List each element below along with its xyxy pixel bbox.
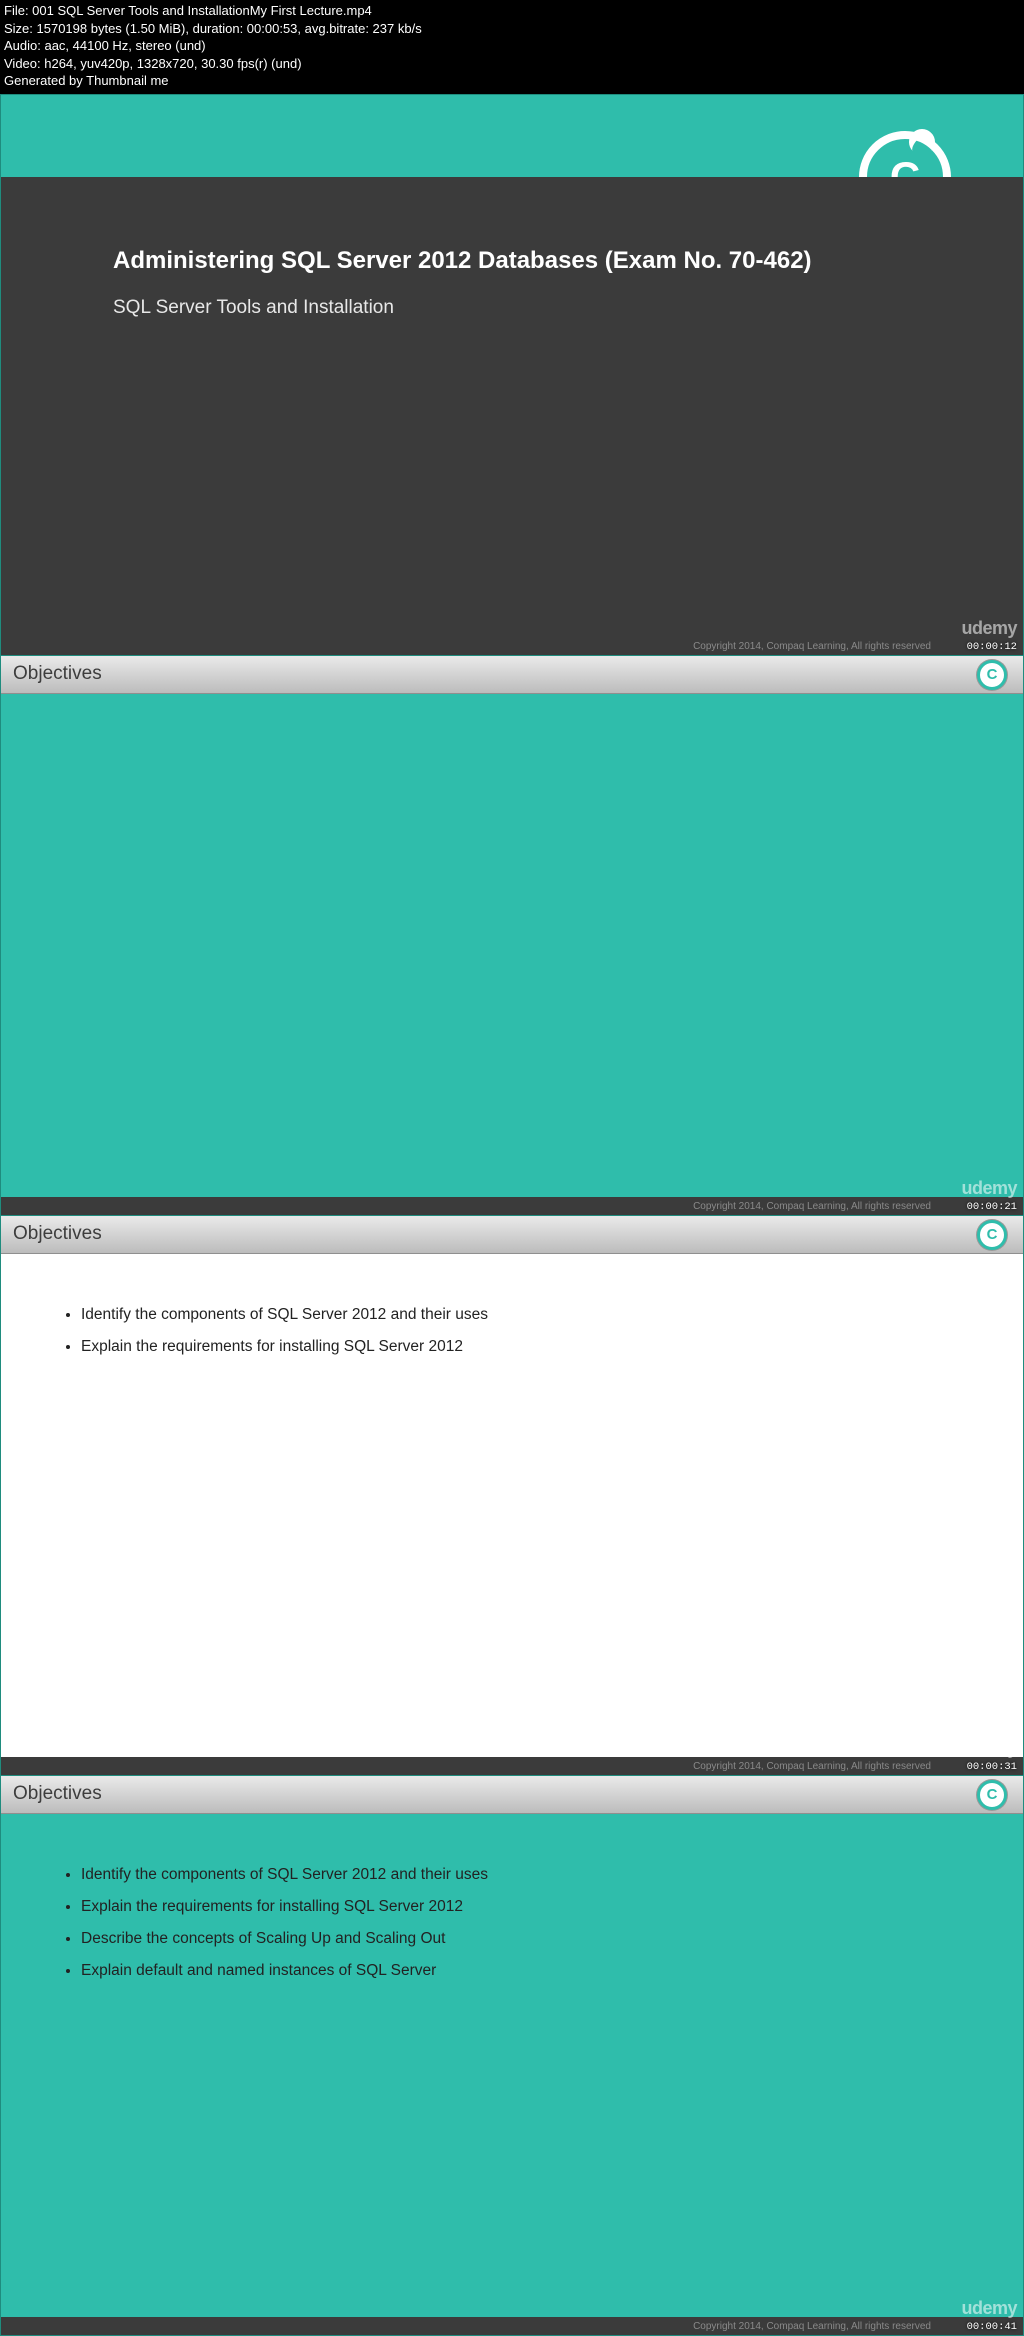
- timestamp-2: 00:00:21: [967, 1201, 1017, 1213]
- objectives-title: Objectives: [13, 663, 102, 685]
- objectives-header: Objectives C: [1, 656, 1023, 694]
- video-metadata: File: 001 SQL Server Tools and Installat…: [0, 0, 1024, 94]
- course-logo-icon: C: [977, 1780, 1007, 1810]
- meta-video: Video: h264, yuv420p, 1328x720, 30.30 fp…: [4, 55, 1020, 73]
- objective-item: Describe the concepts of Scaling Up and …: [81, 1930, 983, 1948]
- slide-footer: Copyright 2014, Compaq Learning, All rig…: [1, 1757, 1023, 1775]
- objectives-body: Identify the components of SQL Server 20…: [1, 1254, 1023, 1757]
- copyright-text: Copyright 2014, Compaq Learning, All rig…: [693, 1761, 931, 1772]
- udemy-watermark: udemy: [961, 1178, 1017, 1199]
- meta-size: Size: 1570198 bytes (1.50 MiB), duration…: [4, 20, 1020, 38]
- objectives-title: Objectives: [13, 1223, 102, 1245]
- meta-generator: Generated by Thumbnail me: [4, 72, 1020, 90]
- meta-file: File: 001 SQL Server Tools and Installat…: [4, 2, 1020, 20]
- timestamp-4: 00:00:41: [967, 2321, 1017, 2333]
- objective-item: Identify the components of SQL Server 20…: [81, 1866, 983, 1884]
- frame-1: C Administering SQL Server 2012 Database…: [1, 95, 1023, 655]
- objective-item: Explain the requirements for installing …: [81, 1338, 983, 1356]
- copyright-text: Copyright 2014, Compaq Learning, All rig…: [693, 2321, 931, 2332]
- objective-item: Explain the requirements for installing …: [81, 1898, 983, 1916]
- objectives-header: Objectives C: [1, 1776, 1023, 1814]
- slide-footer: Copyright 2014, Compaq Learning, All rig…: [1, 1197, 1023, 1215]
- copyright-text: Copyright 2014, Compaq Learning, All rig…: [693, 641, 931, 652]
- course-logo-icon: C: [977, 1220, 1007, 1250]
- frame-3: Objectives C Identify the components of …: [1, 1215, 1023, 1775]
- objectives-header: Objectives C: [1, 1216, 1023, 1254]
- udemy-watermark: udemy: [961, 2298, 1017, 2319]
- course-subtitle: SQL Server Tools and Installation: [113, 297, 1023, 319]
- frame-2: Objectives C Copyright 2014, Compaq Lear…: [1, 655, 1023, 1215]
- thumbnail-sheet: C Administering SQL Server 2012 Database…: [0, 94, 1024, 2336]
- udemy-watermark: udemy: [961, 1738, 1017, 1759]
- objectives-body-empty: [1, 694, 1023, 1197]
- slide-footer: Copyright 2014, Compaq Learning, All rig…: [1, 2317, 1023, 2335]
- objective-item: Explain default and named instances of S…: [81, 1962, 983, 1980]
- course-logo-icon: C: [977, 660, 1007, 690]
- course-title: Administering SQL Server 2012 Databases …: [113, 247, 1023, 275]
- objectives-list: Identify the components of SQL Server 20…: [59, 1306, 983, 1356]
- objective-item: Identify the components of SQL Server 20…: [81, 1306, 983, 1324]
- udemy-watermark: udemy: [961, 618, 1017, 639]
- meta-audio: Audio: aac, 44100 Hz, stereo (und): [4, 37, 1020, 55]
- title-slide-body: Administering SQL Server 2012 Databases …: [1, 177, 1023, 637]
- objectives-list: Identify the components of SQL Server 20…: [59, 1866, 983, 1980]
- objectives-title: Objectives: [13, 1783, 102, 1805]
- timestamp-3: 00:00:31: [967, 1761, 1017, 1773]
- frame-4: Objectives C Identify the components of …: [1, 1775, 1023, 2335]
- objectives-body: Identify the components of SQL Server 20…: [1, 1814, 1023, 2317]
- copyright-text: Copyright 2014, Compaq Learning, All rig…: [693, 1201, 931, 1212]
- timestamp-1: 00:00:12: [967, 641, 1017, 653]
- slide-footer: Copyright 2014, Compaq Learning, All rig…: [1, 637, 1023, 655]
